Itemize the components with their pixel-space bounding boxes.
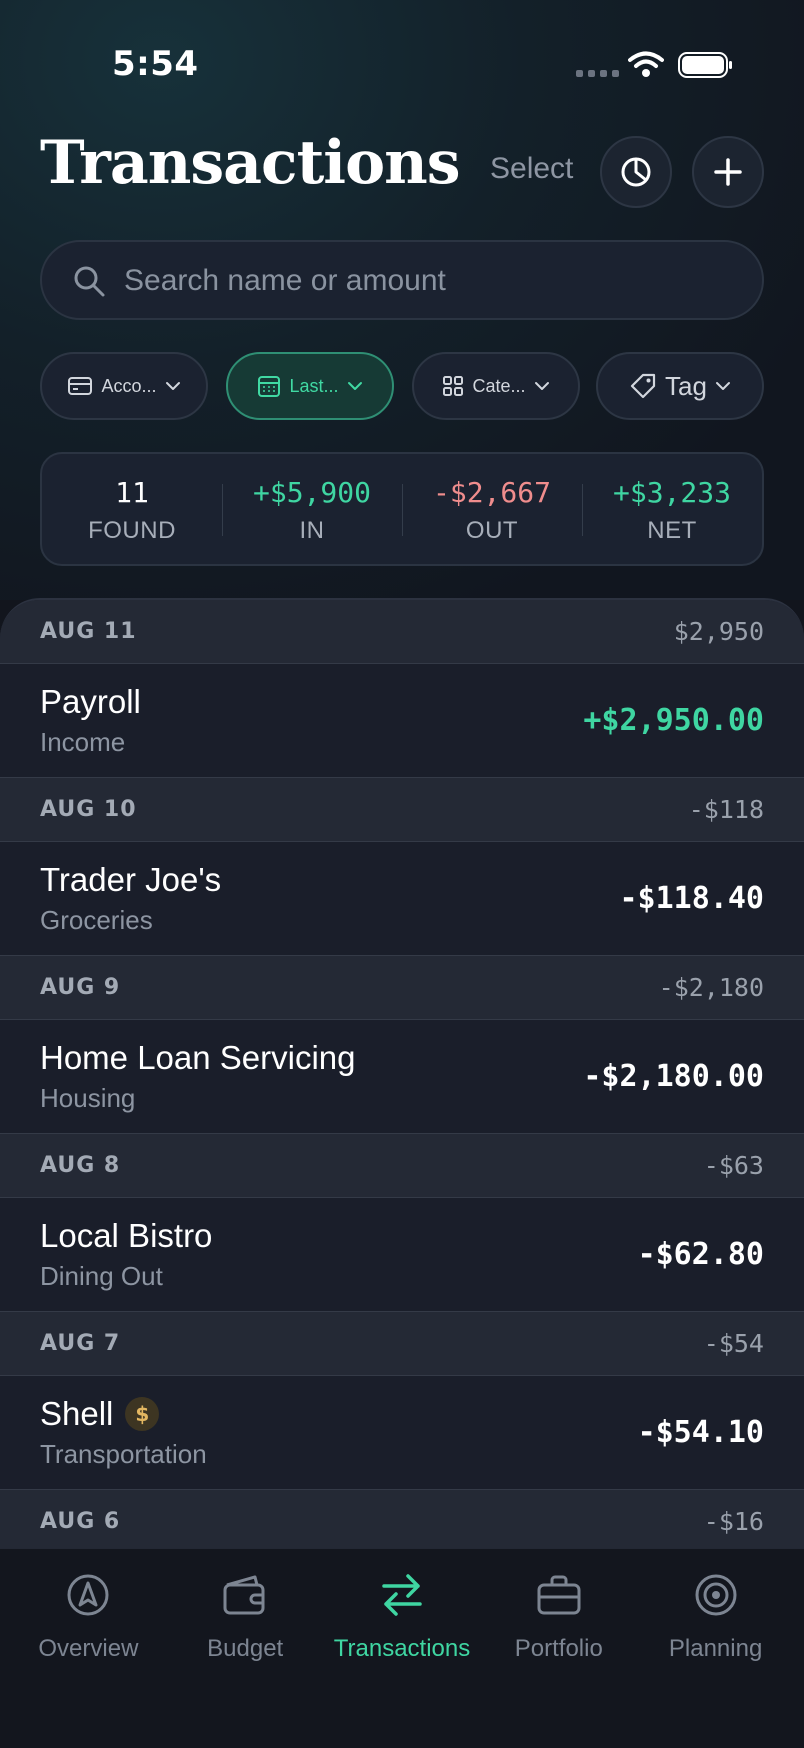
- chevron-down-icon: [165, 382, 180, 390]
- chart-button[interactable]: [600, 136, 672, 208]
- filter-date[interactable]: Last...: [226, 352, 394, 420]
- summary-net: +$3,233 NET: [582, 454, 762, 564]
- tab-label: Portfolio: [514, 1635, 603, 1662]
- summary-found: 11 FOUND: [42, 454, 222, 564]
- transaction-name: Shell: [40, 1395, 114, 1432]
- grid-icon: [443, 376, 464, 396]
- found-label: FOUND: [88, 517, 176, 544]
- date-total: $2,950: [673, 617, 764, 646]
- filter-category-label: Cate...: [472, 375, 526, 396]
- transaction-name: Home Loan Servicing: [40, 1039, 356, 1076]
- summary-in: +$5,900 IN: [222, 454, 402, 564]
- transaction-category: Groceries: [40, 905, 153, 935]
- date-total: -$63: [703, 1151, 764, 1180]
- out-label: OUT: [465, 517, 519, 544]
- date-label: AUG 9: [40, 975, 121, 1000]
- tab-planning[interactable]: Planning: [637, 1549, 794, 1748]
- date-label: AUG 10: [40, 797, 137, 822]
- transaction-row[interactable]: Payroll Income +$2,950.00: [0, 664, 804, 778]
- transaction-row[interactable]: Home Loan Servicing Housing -$2,180.00: [0, 1020, 804, 1134]
- transaction-name: Trader Joe's: [40, 861, 222, 898]
- tag-icon: [630, 373, 656, 399]
- date-header: AUG 8 -$63: [0, 1134, 804, 1198]
- summary-out: -$2,667 OUT: [402, 454, 582, 564]
- transaction-amount: +$2,950.00: [583, 703, 764, 738]
- search-bar[interactable]: [40, 240, 764, 320]
- transaction-name: Payroll: [40, 683, 141, 720]
- net-label: NET: [647, 517, 697, 544]
- date-total: -$2,180: [658, 973, 764, 1002]
- transaction-amount: -$62.80: [637, 1237, 764, 1272]
- transaction-row[interactable]: Local Bistro Dining Out -$62.80: [0, 1198, 804, 1312]
- filter-tag-label: Tag: [665, 370, 707, 401]
- card-icon: [68, 377, 93, 395]
- date-label: AUG 8: [40, 1153, 121, 1178]
- summary-card: 11 FOUND +$5,900 IN -$2,667 OUT +$3,233 …: [40, 452, 764, 566]
- plus-icon: [714, 158, 742, 186]
- transaction-name: Local Bistro: [40, 1217, 213, 1254]
- filter-account-label: Acco...: [101, 375, 157, 396]
- transaction-category: Income: [40, 727, 126, 757]
- out-amount: -$2,667: [432, 476, 551, 509]
- in-amount: +$5,900: [252, 476, 371, 509]
- wifi-icon: [628, 51, 664, 77]
- date-total: -$118: [688, 795, 764, 824]
- date-total: -$54: [703, 1329, 764, 1358]
- date-header: AUG 7 -$54: [0, 1312, 804, 1376]
- tab-budget[interactable]: Budget: [167, 1549, 324, 1748]
- status-bar: 5:54: [0, 0, 804, 120]
- select-button[interactable]: Select: [490, 152, 573, 186]
- found-count: 11: [115, 476, 149, 509]
- tab-portfolio[interactable]: Portfolio: [480, 1549, 637, 1748]
- transaction-amount: -$118.40: [619, 881, 765, 916]
- date-label: AUG 7: [40, 1331, 121, 1356]
- chevron-down-icon: [347, 382, 362, 390]
- page-title: Transactions: [40, 128, 461, 198]
- filter-account[interactable]: Acco...: [40, 352, 208, 420]
- search-icon: [74, 266, 105, 297]
- tab-label: Planning: [668, 1635, 763, 1662]
- chevron-down-icon: [715, 382, 730, 390]
- filter-category[interactable]: Cate...: [412, 352, 580, 420]
- wallet-icon: [223, 1575, 265, 1615]
- pie-chart-icon: [621, 157, 651, 187]
- briefcase-icon: [537, 1575, 581, 1615]
- date-header: AUG 11 $2,950: [0, 600, 804, 664]
- tab-overview[interactable]: Overview: [10, 1549, 167, 1748]
- transfer-icon: [382, 1574, 422, 1616]
- date-header: AUG 10 -$118: [0, 778, 804, 842]
- filter-tag[interactable]: Tag: [596, 352, 764, 420]
- cashback-coin-icon: $: [125, 1397, 160, 1431]
- tab-label: Budget: [207, 1635, 284, 1662]
- tab-label: Transactions: [333, 1635, 471, 1662]
- transaction-category: Transportation: [40, 1439, 207, 1469]
- in-label: IN: [299, 517, 325, 544]
- date-label: AUG 11: [40, 619, 137, 644]
- tab-transactions[interactable]: Transactions: [324, 1549, 481, 1748]
- net-amount: +$3,233: [612, 476, 731, 509]
- transaction-category: Dining Out: [40, 1261, 163, 1291]
- target-icon: [695, 1574, 737, 1616]
- filter-date-label: Last...: [289, 375, 339, 396]
- search-input[interactable]: [124, 254, 724, 308]
- battery-icon: [678, 52, 732, 78]
- calendar-icon: [258, 376, 281, 397]
- date-header: AUG 6 -$16: [0, 1490, 804, 1548]
- status-time: 5:54: [112, 44, 199, 84]
- tab-label: Overview: [38, 1635, 139, 1662]
- transaction-row[interactable]: Trader Joe's Groceries -$118.40: [0, 842, 804, 956]
- transaction-category: Housing: [40, 1083, 136, 1113]
- add-transaction-button[interactable]: [692, 136, 764, 208]
- cellular-signal-icon: [576, 70, 619, 77]
- transaction-amount: -$2,180.00: [583, 1059, 764, 1094]
- transaction-row[interactable]: Shell $ Transportation -$54.10: [0, 1376, 804, 1490]
- compass-icon: [67, 1574, 109, 1616]
- date-label: AUG 6: [40, 1509, 121, 1534]
- date-header: AUG 9 -$2,180: [0, 956, 804, 1020]
- tab-bar: Overview Budget Transactions Portfolio P…: [0, 1548, 804, 1748]
- transaction-list[interactable]: AUG 11 $2,950 Payroll Income +$2,950.00 …: [0, 598, 804, 1548]
- transaction-amount: -$54.10: [637, 1415, 764, 1450]
- date-total: -$16: [703, 1507, 764, 1536]
- chevron-down-icon: [534, 382, 549, 390]
